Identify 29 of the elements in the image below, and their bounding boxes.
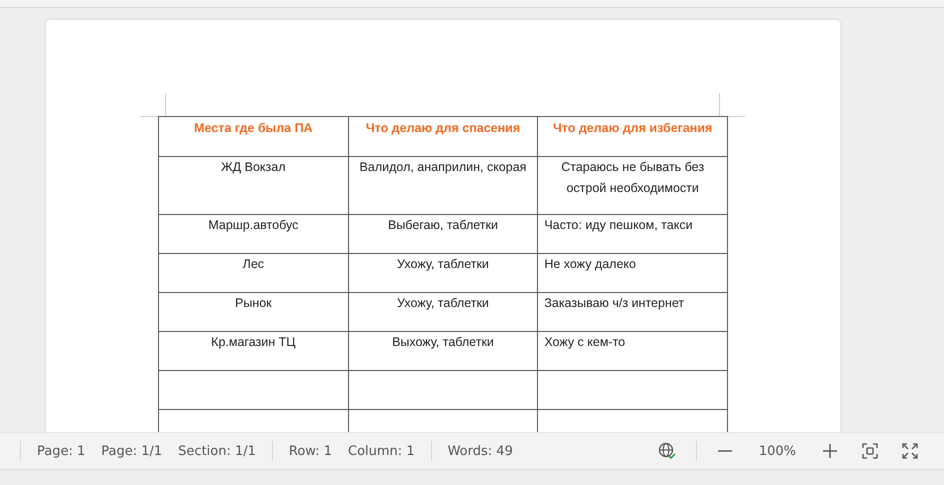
globe-icon[interactable] [658, 442, 676, 460]
zoom-in-icon[interactable] [822, 443, 838, 459]
status-text: Page: 1/1 [101, 444, 162, 458]
column-header: Места где была ПА [158, 116, 348, 156]
status-text: Row: 1 [288, 444, 332, 458]
table-cell-text: Хожу с кем-то [544, 334, 626, 351]
table-cell-text: Выхожу, таблетки [391, 334, 495, 351]
table-cell-text: Валидол, анаприлин, скорая [358, 159, 528, 176]
zoom-level: 100% [758, 444, 796, 458]
table-cell-text: Ухожу, таблетки [396, 295, 490, 312]
table-cell-text: ЖД Вокзал [220, 159, 286, 176]
status-text: Words: 49 [448, 444, 513, 458]
fullscreen-icon[interactable] [902, 443, 918, 459]
table-cell-text: Не хожу далеко [544, 256, 637, 273]
table-cell-text: Маршр.автобус [207, 217, 300, 234]
table-cell-text: Выбегаю, таблетки [386, 217, 499, 234]
table-cell-text: Кр.магазин ТЦ [210, 334, 296, 351]
table-cell-text: Ухожу, таблетки [396, 256, 490, 273]
status-text: Page: 1 [37, 444, 86, 458]
column-header: Что делаю для избегания [538, 116, 728, 156]
status-text: Section: 1/1 [178, 444, 256, 458]
table-cell-text: Часто: иду пешком, такси [544, 217, 694, 234]
column-header: Что делаю для спасения [348, 116, 538, 156]
fit-page-icon[interactable] [862, 443, 878, 459]
table-cell-text: Заказываю ч/з интернет [544, 295, 686, 312]
table-cell-text: Лес [242, 256, 266, 273]
status-text: Column: 1 [348, 444, 415, 458]
table-cell-text: Рынок [234, 295, 273, 312]
table-cell-text: Стараюсь не бывать без острой необходимости [560, 159, 706, 197]
